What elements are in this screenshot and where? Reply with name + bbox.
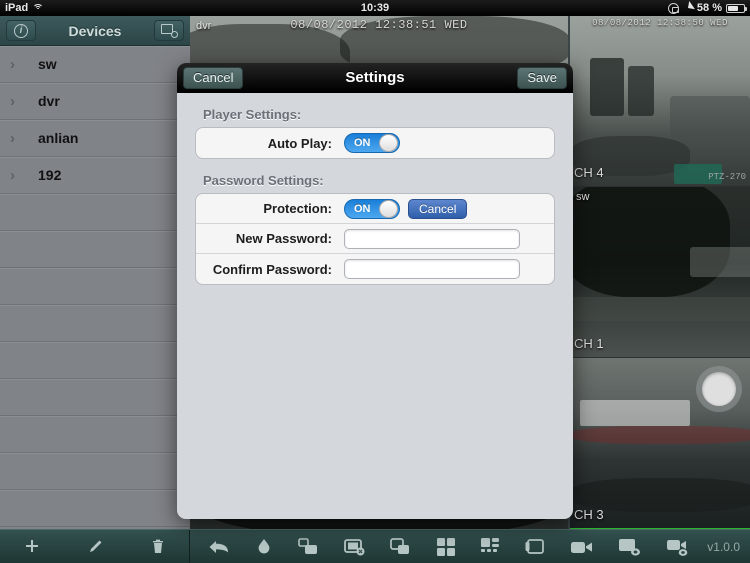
snapshot-preview-icon[interactable] bbox=[618, 537, 642, 557]
list-item[interactable]: › 192 bbox=[0, 157, 190, 194]
chevron-right-icon: › bbox=[10, 55, 15, 73]
auto-play-label: Auto Play: bbox=[267, 135, 332, 151]
password-settings-group: Protection: ON Cancel New Password: Conf… bbox=[195, 193, 555, 285]
delete-trash-icon[interactable] bbox=[149, 538, 167, 556]
dialog-cancel-button[interactable]: Cancel bbox=[183, 66, 244, 89]
settings-dialog: Cancel Settings Save Player Settings: Au… bbox=[177, 63, 573, 519]
protection-toggle[interactable]: ON bbox=[344, 198, 400, 219]
record-preview-icon[interactable] bbox=[666, 537, 690, 557]
device-name: 192 bbox=[38, 167, 62, 183]
protection-cancel-button[interactable]: Cancel bbox=[408, 198, 468, 219]
player-settings-section-title: Player Settings: bbox=[203, 107, 302, 122]
settings-dialog-header: Cancel Settings Save bbox=[177, 63, 573, 93]
settings-dialog-body: Player Settings: Auto Play: ON Password … bbox=[177, 93, 573, 285]
app-root: iPad 10:39 58 % dvr 08/08/2012 12:38:51 … bbox=[0, 0, 750, 563]
status-bar-clock: 10:39 bbox=[360, 2, 390, 14]
add-icon[interactable] bbox=[23, 538, 41, 556]
confirm-password-control bbox=[344, 259, 554, 279]
player-settings-group: Auto Play: ON bbox=[195, 127, 555, 159]
toolbar-right-group: v1.0.0 bbox=[190, 537, 750, 557]
grid-6-icon[interactable] bbox=[480, 537, 500, 557]
bottom-toolbar: v1.0.0 bbox=[0, 529, 750, 563]
list-item-empty bbox=[0, 490, 190, 527]
chevron-right-icon: › bbox=[10, 166, 15, 184]
list-item-empty bbox=[0, 453, 190, 490]
device-list[interactable]: › sw › dvr › anlian › 192 bbox=[0, 46, 190, 529]
rotation-lock-icon bbox=[667, 2, 679, 14]
video-cell-sw[interactable]: sw CH 1 bbox=[570, 187, 750, 358]
video-channel-ch4: CH 4 bbox=[574, 165, 604, 180]
drop-shape-icon[interactable] bbox=[254, 537, 274, 557]
protection-row: Protection: ON Cancel bbox=[196, 194, 554, 224]
device-name: anlian bbox=[38, 130, 79, 146]
fullscreen-icon[interactable] bbox=[524, 537, 546, 557]
video-tag-ch4: PTZ-270 bbox=[708, 172, 746, 182]
close-window-icon[interactable] bbox=[344, 537, 366, 557]
status-bar-right: 58 % bbox=[667, 1, 747, 15]
video-scene bbox=[570, 16, 750, 186]
add-window-icon[interactable] bbox=[298, 537, 320, 557]
video-cell-ch3[interactable]: CH 3 bbox=[570, 358, 750, 529]
list-item[interactable]: › sw bbox=[0, 46, 190, 83]
device-name: dvr bbox=[38, 93, 60, 109]
video-channel-sw: CH 1 bbox=[574, 336, 604, 351]
protection-label: Protection: bbox=[263, 201, 332, 216]
list-item[interactable]: › anlian bbox=[0, 120, 190, 157]
single-window-icon[interactable] bbox=[390, 537, 412, 557]
battery-percent-label: 58 % bbox=[696, 2, 722, 14]
confirm-password-input[interactable] bbox=[344, 259, 520, 279]
protection-control: ON Cancel bbox=[344, 198, 554, 219]
chevron-right-icon: › bbox=[10, 92, 15, 110]
back-arrow-icon[interactable] bbox=[208, 538, 230, 556]
video-timestamp-ch4: 08/08/2012 12:38:50 WED bbox=[592, 18, 728, 28]
auto-play-toggle[interactable]: ON bbox=[344, 133, 400, 153]
list-item-empty bbox=[0, 416, 190, 453]
devices-sidebar: i Devices › sw › dvr › anlian › 192 bbox=[0, 16, 190, 529]
info-button[interactable]: i bbox=[6, 20, 36, 41]
edit-pencil-icon[interactable] bbox=[86, 538, 104, 556]
version-label: v1.0.0 bbox=[707, 539, 740, 554]
new-password-row: New Password: bbox=[196, 224, 554, 254]
new-password-control bbox=[344, 228, 554, 249]
auto-play-row: Auto Play: ON bbox=[196, 128, 554, 158]
toolbar-left-group bbox=[0, 530, 190, 563]
battery-icon bbox=[726, 3, 747, 13]
protection-toggle-state: ON bbox=[354, 202, 371, 215]
list-item-empty bbox=[0, 231, 190, 268]
password-settings-section-title: Password Settings: bbox=[203, 173, 324, 188]
list-item-empty bbox=[0, 379, 190, 416]
video-label-sw: sw bbox=[576, 191, 590, 203]
video-side-column: 08/08/2012 12:38:50 WED CH 4 PTZ-270 sw … bbox=[570, 16, 750, 529]
video-cell-ch4[interactable]: 08/08/2012 12:38:50 WED CH 4 PTZ-270 bbox=[570, 16, 750, 187]
dialog-save-button[interactable]: Save bbox=[517, 66, 567, 89]
list-item[interactable]: › dvr bbox=[0, 83, 190, 120]
grid-4-icon[interactable] bbox=[436, 537, 456, 557]
list-item-empty bbox=[0, 342, 190, 379]
list-item-empty bbox=[0, 268, 190, 305]
device-name: sw bbox=[38, 56, 57, 72]
ptz-control-knob[interactable] bbox=[696, 366, 742, 412]
new-password-input[interactable] bbox=[344, 228, 520, 249]
info-circle-icon: i bbox=[14, 23, 28, 38]
auto-play-toggle-state: ON bbox=[354, 137, 371, 149]
confirm-password-label: Confirm Password: bbox=[212, 261, 332, 277]
confirm-password-row: Confirm Password: bbox=[196, 254, 554, 284]
devices-header: i Devices bbox=[0, 16, 190, 46]
monitor-gear-icon bbox=[160, 23, 178, 38]
new-password-label: New Password: bbox=[235, 231, 332, 246]
monitor-settings-button[interactable] bbox=[154, 20, 184, 41]
list-item-empty bbox=[0, 194, 190, 231]
video-channel-ch3: CH 3 bbox=[574, 507, 604, 522]
video-camera-icon[interactable] bbox=[570, 538, 594, 556]
location-arrow-icon bbox=[680, 1, 695, 15]
chevron-right-icon: › bbox=[10, 129, 15, 147]
video-scene bbox=[570, 187, 750, 357]
list-item-empty bbox=[0, 305, 190, 342]
auto-play-control: ON bbox=[344, 133, 554, 153]
status-bar: iPad 10:39 58 % bbox=[0, 0, 750, 16]
video-timestamp-main: 08/08/2012 12:38:51 WED bbox=[290, 18, 468, 32]
